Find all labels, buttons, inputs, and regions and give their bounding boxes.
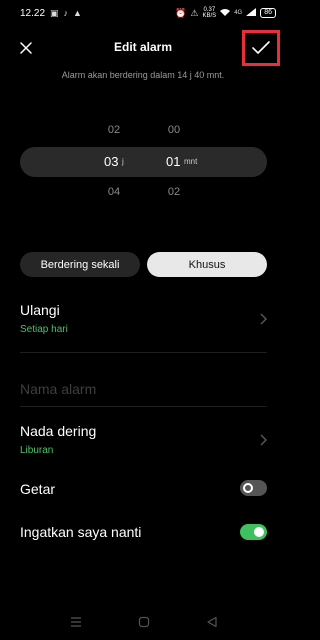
network-speed-unit: KB/S — [202, 13, 217, 19]
divider — [20, 406, 267, 407]
picker-row-previous: 02 00 — [0, 124, 286, 148]
repeat-value: Setiap hari — [20, 324, 68, 335]
custom-button[interactable]: Khusus — [147, 252, 267, 277]
hour-option-next[interactable]: 04 — [104, 186, 124, 198]
hour-option-previous[interactable]: 02 — [104, 124, 124, 136]
ringtone-row[interactable]: Nada dering Liburan — [20, 423, 268, 463]
repeat-row[interactable]: Ulangi Setiap hari — [20, 302, 268, 342]
status-bar-right: ⏰ ⚠ 0.37 KB/S 4G 86 — [175, 7, 276, 19]
snooze-row: Ingatkan saya nanti — [20, 524, 268, 544]
vibrate-row: Getar — [20, 481, 268, 501]
minute-unit-label: mnt — [184, 157, 198, 166]
ringtone-label: Nada dering — [20, 423, 97, 439]
back-button[interactable] — [204, 614, 220, 630]
vibrate-label: Getar — [20, 481, 56, 497]
toggle-knob — [254, 527, 264, 537]
confirm-button[interactable] — [242, 30, 280, 66]
recent-apps-button[interactable] — [68, 614, 84, 630]
signal-icon — [246, 8, 257, 18]
network-speed: 0.37 KB/S — [203, 7, 217, 19]
battery-indicator: 86 — [260, 8, 276, 18]
hour-selected[interactable]: 03 — [104, 154, 118, 169]
time-picker-selected[interactable]: 03 j 01 mnt — [20, 147, 267, 177]
gallery-icon: ▣ — [50, 7, 59, 18]
ringtone-value: Liburan — [20, 445, 54, 456]
status-bar: 12.22 ▣ ♪ ▲ ⏰ ⚠ 0.37 KB/S 4G 86 — [0, 0, 286, 26]
alarm-name-input[interactable] — [20, 374, 267, 404]
toggle-knob — [243, 483, 253, 493]
status-time: 12.22 — [20, 7, 46, 19]
home-button[interactable] — [136, 614, 152, 630]
chevron-right-icon — [258, 433, 268, 447]
wifi-icon — [220, 8, 231, 18]
checkmark-icon — [252, 41, 270, 54]
chevron-right-icon — [258, 312, 268, 326]
alarm-clock-icon: ⏰ — [175, 7, 187, 18]
divider — [20, 352, 267, 353]
minute-option-previous[interactable]: 00 — [164, 124, 184, 136]
ring-once-button[interactable]: Berdering sekali — [20, 252, 140, 277]
picker-row-next: 04 02 — [0, 186, 286, 210]
navigation-bar — [0, 610, 286, 634]
hour-unit-label: j — [122, 157, 124, 166]
mute-icon: ⚠ — [190, 7, 199, 18]
menu-icon — [71, 617, 81, 627]
status-bar-left: 12.22 ▣ ♪ ▲ — [20, 8, 82, 19]
snooze-toggle[interactable] — [240, 524, 267, 540]
home-square-icon — [138, 616, 150, 628]
minute-option-next[interactable]: 02 — [164, 186, 184, 198]
tiktok-icon: ♪ — [63, 7, 69, 18]
signal-label: 4G — [234, 10, 243, 16]
alarm-countdown-text: Alarm akan berdering dalam 14 j 40 mnt. — [61, 70, 225, 80]
repeat-label: Ulangi — [20, 302, 60, 318]
minute-selected[interactable]: 01 — [166, 154, 180, 169]
back-triangle-icon — [207, 616, 217, 628]
android-icon: ▲ — [73, 7, 82, 18]
vibrate-toggle[interactable] — [240, 480, 267, 496]
top-bar: Edit alarm — [0, 30, 286, 66]
snooze-label: Ingatkan saya nanti — [20, 524, 142, 540]
